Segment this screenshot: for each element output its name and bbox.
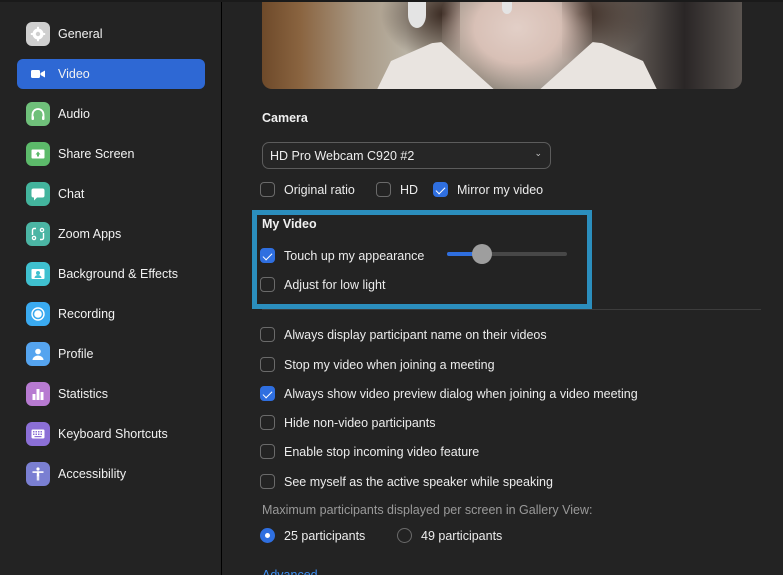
hd-label: HD	[400, 183, 419, 197]
sidebar-item-statistics[interactable]: Statistics	[17, 379, 205, 409]
sidebar-item-label: Share Screen	[58, 147, 135, 161]
radio-25-label: 25 participants	[284, 529, 366, 543]
sidebar-item-video[interactable]: Video	[17, 59, 205, 89]
sidebar-item-share-screen[interactable]: Share Screen	[17, 139, 205, 169]
statistics-icon	[26, 382, 50, 406]
stop-incoming-video-checkbox[interactable]	[260, 444, 275, 459]
display-names-checkbox[interactable]	[260, 327, 275, 342]
low-light-checkbox[interactable]	[260, 277, 275, 292]
section-divider	[262, 309, 761, 310]
settings-sidebar: General Video Audio Share Screen Chat Zo…	[0, 2, 221, 575]
radio-49-participants[interactable]	[397, 528, 412, 543]
original-ratio-checkbox[interactable]	[260, 182, 275, 197]
video-preview-dialog-label: Always show video preview dialog when jo…	[284, 387, 638, 401]
sidebar-item-label: Accessibility	[58, 467, 127, 481]
chat-bubble-icon	[26, 182, 50, 206]
sidebar-item-recording[interactable]: Recording	[17, 299, 205, 329]
sidebar-item-label: General	[58, 27, 103, 41]
sidebar-item-label: Video	[58, 67, 90, 81]
sidebar-item-audio[interactable]: Audio	[17, 99, 205, 129]
sidebar-item-label: Recording	[58, 307, 115, 321]
headphones-icon	[26, 102, 50, 126]
radio-25-participants[interactable]	[260, 528, 275, 543]
stop-incoming-video-label: Enable stop incoming video feature	[284, 445, 480, 459]
sidebar-item-label: Keyboard Shortcuts	[58, 427, 168, 441]
video-preview	[262, 2, 742, 89]
stop-video-checkbox[interactable]	[260, 357, 275, 372]
radio-49-label: 49 participants	[421, 529, 503, 543]
mirror-video-label: Mirror my video	[457, 183, 544, 197]
camera-section-title: Camera	[262, 111, 308, 125]
gallery-max-label: Maximum participants displayed per scree…	[262, 503, 593, 517]
sidebar-item-label: Chat	[58, 187, 85, 201]
video-settings-panel: Camera HD Pro Webcam C920 #2 ⌄ Original …	[222, 2, 783, 575]
accessibility-icon	[26, 462, 50, 486]
low-light-label: Adjust for low light	[284, 278, 386, 292]
hide-non-video-label: Hide non-video participants	[284, 416, 436, 430]
hd-checkbox[interactable]	[376, 182, 391, 197]
hide-non-video-checkbox[interactable]	[260, 415, 275, 430]
sidebar-item-profile[interactable]: Profile	[17, 339, 205, 369]
sidebar-item-label: Statistics	[58, 387, 109, 401]
sidebar-item-background-effects[interactable]: Background & Effects	[17, 259, 205, 289]
advanced-link[interactable]: Advanced	[262, 568, 318, 575]
sidebar-item-label: Zoom Apps	[58, 227, 122, 241]
zoom-apps-icon	[26, 222, 50, 246]
background-icon	[26, 262, 50, 286]
touch-up-slider[interactable]	[447, 244, 567, 264]
keyboard-icon	[26, 422, 50, 446]
video-camera-icon	[26, 62, 50, 86]
original-ratio-label: Original ratio	[284, 183, 355, 197]
sidebar-item-accessibility[interactable]: Accessibility	[17, 459, 205, 489]
display-names-label: Always display participant name on their…	[284, 328, 547, 342]
my-video-section-title: My Video	[262, 217, 317, 231]
touch-up-checkbox[interactable]	[260, 248, 275, 263]
mirror-video-checkbox[interactable]	[433, 182, 448, 197]
camera-select-value: HD Pro Webcam C920 #2	[270, 149, 415, 163]
sidebar-item-label: Background & Effects	[58, 267, 178, 281]
sidebar-item-general[interactable]: General	[17, 19, 205, 49]
sidebar-item-zoom-apps[interactable]: Zoom Apps	[17, 219, 205, 249]
touch-up-label: Touch up my appearance	[284, 249, 425, 263]
gear-icon	[26, 22, 50, 46]
sidebar-item-keyboard-shortcuts[interactable]: Keyboard Shortcuts	[17, 419, 205, 449]
share-screen-icon	[26, 142, 50, 166]
sidebar-item-label: Audio	[58, 107, 90, 121]
record-icon	[26, 302, 50, 326]
profile-icon	[26, 342, 50, 366]
active-speaker-checkbox[interactable]	[260, 474, 275, 489]
stop-video-label: Stop my video when joining a meeting	[284, 358, 495, 372]
chevron-down-icon: ⌄	[534, 148, 542, 158]
camera-select[interactable]: HD Pro Webcam C920 #2 ⌄	[262, 142, 551, 169]
video-preview-dialog-checkbox[interactable]	[260, 386, 275, 401]
touch-up-slider-thumb[interactable]	[471, 244, 492, 264]
sidebar-item-label: Profile	[58, 347, 94, 361]
active-speaker-label: See myself as the active speaker while s…	[284, 475, 553, 489]
sidebar-item-chat[interactable]: Chat	[17, 179, 205, 209]
